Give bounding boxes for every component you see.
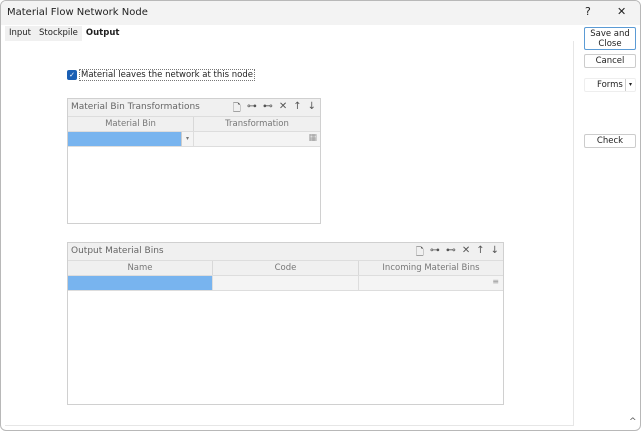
column-header-code[interactable]: Code <box>213 261 359 275</box>
check-button[interactable]: Check <box>584 134 636 148</box>
list-icon[interactable]: ≡ <box>492 277 499 286</box>
name-cell[interactable] <box>68 276 213 290</box>
checkmark-icon: ✓ <box>67 70 77 80</box>
delete-icon[interactable]: ✕ <box>462 245 470 262</box>
cancel-button[interactable]: Cancel <box>584 54 636 68</box>
move-up-icon[interactable]: ↑ <box>476 245 484 262</box>
material-bin-dropdown[interactable]: ▾ <box>68 132 194 146</box>
forms-dropdown-icon[interactable]: ▾ <box>625 79 635 91</box>
insert-row-icon[interactable]: ⊶ <box>247 101 257 118</box>
calculator-icon[interactable]: ▦ <box>308 133 317 143</box>
collapse-chevron-icon[interactable]: ^ <box>629 417 637 427</box>
panel-title: Output Material Bins <box>71 246 164 256</box>
insert-row-icon[interactable]: ⊶ <box>430 245 440 262</box>
move-down-icon[interactable]: ↓ <box>491 245 499 262</box>
transformation-cell[interactable]: ▦ <box>194 132 320 146</box>
table-row: ≡ <box>68 275 503 291</box>
title-bar: Material Flow Network Node ? ✕ <box>1 1 640 25</box>
output-material-bins-panel: Output Material Bins 🗋 ⊶ ⊷ ✕ ↑ ↓ Name Co… <box>67 242 504 405</box>
close-button[interactable]: ✕ <box>617 5 626 18</box>
move-down-icon[interactable]: ↓ <box>308 101 316 118</box>
table-row: ▾ ▦ <box>68 131 320 147</box>
move-up-icon[interactable]: ↑ <box>293 101 301 118</box>
column-header-transformation[interactable]: Transformation <box>194 117 320 131</box>
dialog-window: Material Flow Network Node ? ✕ Input Sto… <box>0 0 641 431</box>
dropdown-arrow-icon[interactable]: ▾ <box>181 132 193 146</box>
leaves-network-checkbox[interactable]: ✓ Material leaves the network at this no… <box>67 69 255 81</box>
help-button[interactable]: ? <box>585 5 591 18</box>
append-row-icon[interactable]: ⊷ <box>446 245 456 262</box>
tab-stockpile[interactable]: Stockpile <box>35 26 82 41</box>
column-header-material-bin[interactable]: Material Bin <box>68 117 194 131</box>
column-header-incoming-material-bins[interactable]: Incoming Material Bins <box>359 261 503 275</box>
window-title: Material Flow Network Node <box>7 7 148 18</box>
tab-bar: Input Stockpile Output <box>5 26 124 41</box>
incoming-material-bins-cell[interactable]: ≡ <box>359 276 503 290</box>
new-row-icon[interactable]: 🗋 <box>233 101 241 118</box>
new-row-icon[interactable]: 🗋 <box>416 245 424 262</box>
code-cell[interactable] <box>213 276 359 290</box>
checkbox-label: Material leaves the network at this node <box>79 69 255 81</box>
forms-button[interactable]: Forms ▾ <box>584 78 636 92</box>
delete-icon[interactable]: ✕ <box>279 101 287 118</box>
column-header-name[interactable]: Name <box>68 261 213 275</box>
tab-input[interactable]: Input <box>5 26 35 41</box>
append-row-icon[interactable]: ⊷ <box>263 101 273 118</box>
save-and-close-button[interactable]: Save and Close <box>584 27 636 50</box>
tab-output[interactable]: Output <box>81 26 124 41</box>
panel-title: Material Bin Transformations <box>71 102 200 112</box>
material-bin-transformations-panel: Material Bin Transformations 🗋 ⊶ ⊷ ✕ ↑ ↓… <box>67 98 321 224</box>
forms-label: Forms <box>597 80 623 90</box>
